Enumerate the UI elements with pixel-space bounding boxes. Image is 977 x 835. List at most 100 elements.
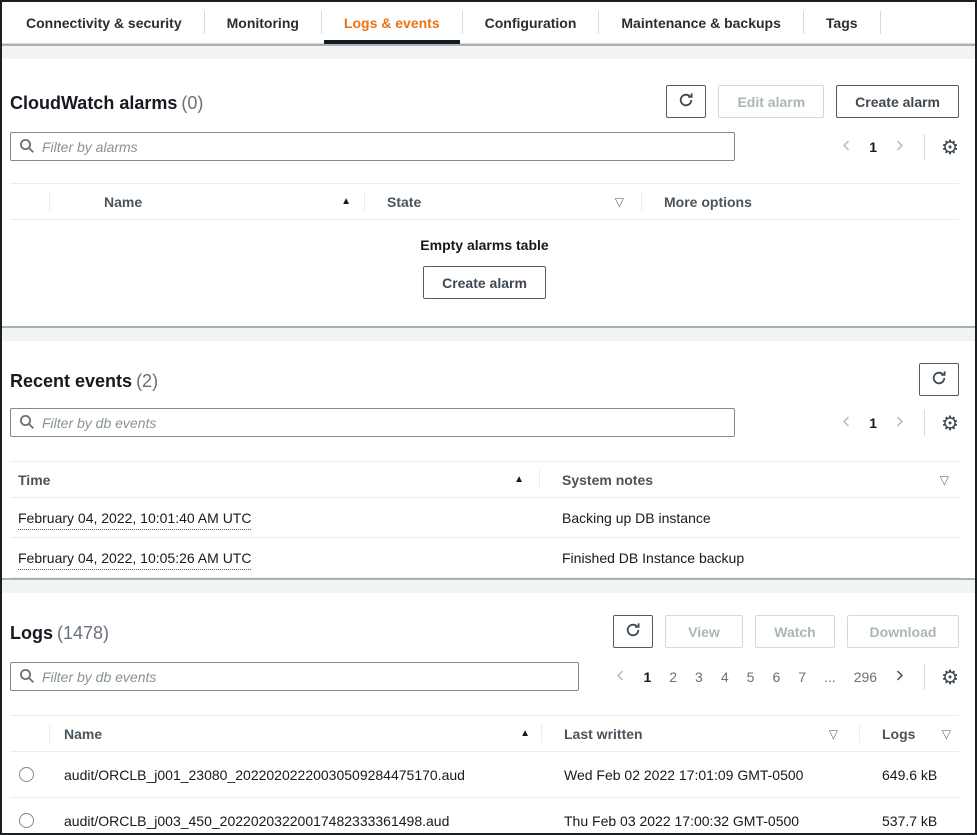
refresh-icon [625, 622, 641, 641]
alarms-filter-input[interactable] [10, 132, 735, 161]
refresh-alarms-button[interactable] [666, 85, 706, 118]
tab-connectivity-security[interactable]: Connectivity & security [4, 2, 204, 43]
column-header-logs[interactable]: Logs▽ [860, 716, 959, 751]
recent-events-title: Recent events(2) [10, 366, 158, 394]
log-file-row: audit/ORCLB_j001_23080_20220202220030509… [10, 752, 959, 798]
events-filter-input[interactable] [10, 408, 735, 437]
sort-ascending-icon: ▲ [514, 474, 524, 485]
cloudwatch-alarms-title: CloudWatch alarms(0) [10, 88, 203, 116]
alarms-select-gutter [10, 184, 50, 219]
logs-prev-page-button[interactable] [610, 665, 631, 689]
section-cloudwatch-alarms: CloudWatch alarms(0) Edit alarm Create a… [2, 59, 975, 326]
events-current-page: 1 [863, 413, 883, 433]
sort-descending-icon: ▽ [940, 473, 949, 487]
tab-configuration[interactable]: Configuration [463, 2, 599, 43]
column-header-last-written[interactable]: Last written▽ [542, 716, 860, 751]
log-file-row: audit/ORCLB_j003_450_2022020322001748233… [10, 798, 959, 835]
sort-descending-icon: ▽ [615, 195, 624, 209]
column-header-name[interactable]: Name▲ [50, 184, 365, 219]
section-separator [2, 326, 975, 341]
tab-tags[interactable]: Tags [804, 2, 880, 43]
logs-settings-button[interactable]: ⚙ [939, 667, 959, 687]
log-file-name: audit/ORCLB_j001_23080_20220202220030509… [50, 767, 542, 783]
log-row-radio[interactable] [19, 767, 34, 782]
chevron-left-icon [840, 139, 853, 155]
view-log-button[interactable]: View [665, 615, 743, 648]
empty-state-create-alarm-button[interactable]: Create alarm [423, 266, 546, 299]
event-time[interactable]: February 04, 2022, 10:05:26 AM UTC [18, 550, 251, 570]
alarms-next-page-button[interactable] [889, 135, 910, 159]
refresh-logs-button[interactable] [613, 615, 653, 648]
page-button-7[interactable]: 7 [792, 667, 812, 687]
tab-divider [880, 11, 881, 34]
refresh-events-button[interactable] [919, 363, 959, 396]
event-row: February 04, 2022, 10:05:26 AM UTC Finis… [10, 538, 959, 578]
column-header-state[interactable]: State▽ [365, 184, 642, 219]
tab-logs-events[interactable]: Logs & events [322, 2, 462, 43]
section-title: CloudWatch alarms [10, 93, 177, 113]
chevron-right-icon [893, 415, 906, 431]
alarms-table-header: Name▲ State▽ More options [10, 183, 959, 220]
logs-pagination: 1 2 3 4 5 6 7 ... 296 ⚙ [610, 664, 959, 690]
page-button-1[interactable]: 1 [637, 667, 657, 687]
section-title: Recent events [10, 371, 132, 391]
log-size: 537.7 kB [860, 813, 959, 829]
page-button-3[interactable]: 3 [689, 667, 709, 687]
gear-icon: ⚙ [941, 665, 959, 689]
event-time[interactable]: February 04, 2022, 10:01:40 AM UTC [18, 510, 251, 530]
events-table-header: Time▲ System notes▽ [10, 461, 959, 498]
column-header-more-options[interactable]: More options [642, 184, 959, 219]
section-logs: Logs(1478) View Watch Download 1 2 3 4 [2, 593, 975, 835]
event-note: Finished DB Instance backup [540, 550, 959, 566]
section-title: Logs [10, 623, 53, 643]
section-separator [2, 578, 975, 593]
events-next-page-button[interactable] [889, 411, 910, 435]
alarms-count: (0) [181, 93, 203, 113]
tab-maintenance-backups[interactable]: Maintenance & backups [599, 2, 803, 43]
chevron-right-icon [893, 139, 906, 155]
page-button-5[interactable]: 5 [741, 667, 761, 687]
tab-monitoring[interactable]: Monitoring [205, 2, 321, 43]
log-size: 649.6 kB [860, 767, 959, 783]
section-recent-events: Recent events(2) 1 ⚙ Time▲ [2, 341, 975, 578]
logs-select-gutter [10, 716, 50, 751]
download-log-button[interactable]: Download [847, 615, 959, 648]
section-separator [2, 44, 975, 59]
alarms-empty-state: Empty alarms table Create alarm [10, 220, 959, 326]
alarms-pagination: 1 ⚙ [836, 134, 959, 160]
events-pagination: 1 ⚙ [836, 410, 959, 436]
alarms-prev-page-button[interactable] [836, 135, 857, 159]
log-last-written: Wed Feb 02 2022 17:01:09 GMT-0500 [542, 767, 860, 783]
edit-alarm-button[interactable]: Edit alarm [718, 85, 824, 118]
event-note: Backing up DB instance [540, 510, 959, 526]
log-last-written: Thu Feb 03 2022 17:00:32 GMT-0500 [542, 813, 860, 829]
pagination-divider [924, 134, 925, 160]
page-button-4[interactable]: 4 [715, 667, 735, 687]
alarms-settings-button[interactable]: ⚙ [939, 137, 959, 157]
page-button-6[interactable]: 6 [766, 667, 786, 687]
gear-icon: ⚙ [941, 411, 959, 435]
page-button-2[interactable]: 2 [663, 667, 683, 687]
log-row-radio[interactable] [19, 813, 34, 828]
page-button-296[interactable]: 296 [848, 667, 883, 687]
events-count: (2) [136, 371, 158, 391]
event-row: February 04, 2022, 10:01:40 AM UTC Backi… [10, 498, 959, 538]
column-header-name[interactable]: Name▲ [50, 716, 542, 751]
refresh-icon [931, 370, 947, 389]
tab-bar: Connectivity & security Monitoring Logs … [2, 2, 975, 44]
chevron-left-icon [614, 669, 627, 685]
logs-filter-input[interactable] [10, 662, 579, 691]
sort-ascending-icon: ▲ [341, 196, 351, 207]
column-header-time[interactable]: Time▲ [10, 462, 540, 497]
watch-log-button[interactable]: Watch [755, 615, 835, 648]
logs-next-page-button[interactable] [889, 665, 910, 689]
chevron-right-icon [893, 669, 906, 685]
rds-instance-details-panel: Connectivity & security Monitoring Logs … [0, 0, 977, 835]
events-prev-page-button[interactable] [836, 411, 857, 435]
logs-count: (1478) [57, 623, 109, 643]
create-alarm-button[interactable]: Create alarm [836, 85, 959, 118]
column-header-system-notes[interactable]: System notes▽ [540, 462, 959, 497]
chevron-left-icon [840, 415, 853, 431]
events-settings-button[interactable]: ⚙ [939, 413, 959, 433]
empty-alarms-message: Empty alarms table [10, 237, 959, 253]
